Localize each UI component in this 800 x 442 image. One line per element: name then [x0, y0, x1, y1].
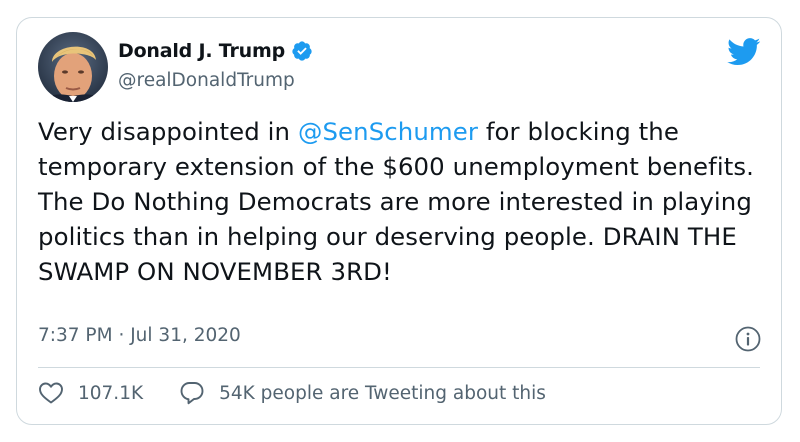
- mention-link[interactable]: @SenSchumer: [298, 117, 478, 146]
- conversation-label: 54K people are Tweeting about this: [219, 382, 546, 404]
- avatar-image: [38, 32, 108, 102]
- like-count: 107.1K: [78, 382, 144, 404]
- like-button[interactable]: 107.1K: [38, 381, 143, 405]
- tweet-date[interactable]: Jul 31, 2020: [130, 325, 241, 346]
- author-display-name[interactable]: Donald J. Trump: [118, 40, 285, 62]
- conversation-button[interactable]: 54K people are Tweeting about this: [179, 380, 546, 406]
- divider: [38, 367, 760, 368]
- tweet-time[interactable]: 7:37 PM: [38, 325, 113, 346]
- timestamp-separator: ·: [118, 325, 125, 346]
- twitter-bird-icon[interactable]: [727, 38, 761, 66]
- info-icon[interactable]: [735, 326, 761, 352]
- tweet-card[interactable]: Donald J. Trump @realDonaldTrump Very di…: [16, 17, 782, 425]
- speech-bubble-icon: [179, 380, 205, 406]
- tweet-text: Very disappointed in @SenSchumer for blo…: [38, 114, 768, 289]
- tweet-actions: 107.1K 54K people are Tweeting about thi…: [38, 380, 546, 406]
- heart-icon: [38, 381, 64, 405]
- tweet-text-lead: Very disappointed in: [38, 117, 298, 146]
- avatar[interactable]: [38, 32, 108, 102]
- verified-badge-icon: [291, 40, 313, 62]
- author-name-row[interactable]: Donald J. Trump: [118, 40, 313, 62]
- author-handle[interactable]: @realDonaldTrump: [118, 70, 295, 91]
- tweet-timestamp[interactable]: 7:37 PM · Jul 31, 2020: [38, 325, 241, 346]
